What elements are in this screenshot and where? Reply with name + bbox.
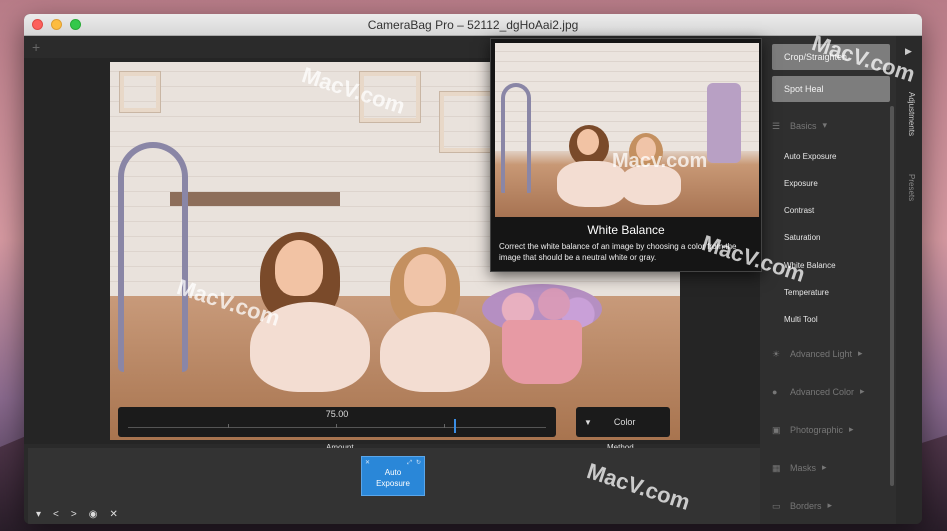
vertical-tabs: ▶ Adjustments Presets xyxy=(896,36,922,524)
sliders-icon: ☰ xyxy=(772,120,781,131)
basics-item-white-balance[interactable]: White Balance xyxy=(784,261,836,270)
section-masks[interactable]: ▦ Masks ▸ xyxy=(772,462,827,473)
slider-tick xyxy=(228,424,229,428)
toggle-tile-icon[interactable]: ⤢ xyxy=(407,458,412,469)
method-dropdown[interactable]: ▼ Color xyxy=(576,407,670,437)
section-borders-label: Borders xyxy=(790,500,822,511)
photo-girl-face xyxy=(404,254,446,306)
tile-label-line2: Exposure xyxy=(376,479,410,488)
layers-tray: ✕ ⤢ ↻ Auto Exposure ▾ < > ◉ ✕ xyxy=(28,448,760,524)
photo-girl-face xyxy=(275,240,323,296)
color-drop-icon: ● xyxy=(772,386,778,397)
method-value: Color xyxy=(613,417,636,427)
basics-item-exposure[interactable]: Exposure xyxy=(784,179,818,188)
sidebar-scrollbar[interactable] xyxy=(890,106,894,486)
chevron-right-icon: ▸ xyxy=(858,348,863,358)
camera-icon: ▣ xyxy=(772,424,781,435)
section-advanced-light-label: Advanced Light xyxy=(790,348,853,359)
section-advanced-color-label: Advanced Color xyxy=(790,386,855,397)
section-advanced-color[interactable]: ● Advanced Color ▸ xyxy=(772,386,865,397)
photo-girl-dress xyxy=(250,302,370,392)
basics-item-contrast[interactable]: Contrast xyxy=(784,206,814,215)
tooltip-girl-dress xyxy=(557,161,627,207)
sun-icon: ☀ xyxy=(772,348,781,359)
white-balance-tooltip: White Balance Correct the white balance … xyxy=(490,38,762,272)
dropdown-arrow-icon: ▼ xyxy=(584,417,592,427)
tooltip-drape xyxy=(707,83,741,163)
adjustments-sidebar: Crop/Straighten Spot Heal ☰ Basics ▾ Aut… xyxy=(760,36,896,524)
chevron-right-icon: ▸ xyxy=(860,386,865,396)
slider-value: 75.00 xyxy=(325,409,349,419)
slider-knob[interactable] xyxy=(454,419,457,433)
section-advanced-light[interactable]: ☀ Advanced Light ▸ xyxy=(772,348,863,359)
tooltip-preview-image xyxy=(495,43,759,217)
spot-heal-button[interactable]: Spot Heal xyxy=(772,76,890,102)
previous-icon[interactable]: < xyxy=(53,509,59,520)
tooltip-title: White Balance xyxy=(587,223,665,237)
basics-item-multi-tool[interactable]: Multi Tool xyxy=(784,315,818,324)
tooltip-girl-face xyxy=(577,129,599,155)
menu-icon[interactable]: ▾ xyxy=(36,509,41,520)
section-masks-label: Masks xyxy=(790,462,817,473)
photo-table xyxy=(170,192,340,206)
section-borders[interactable]: ▭ Borders ▸ xyxy=(772,500,832,511)
chevron-right-icon: ▸ xyxy=(827,500,833,510)
amount-slider[interactable]: 75.00 xyxy=(118,407,556,437)
basics-item-saturation[interactable]: Saturation xyxy=(784,233,820,242)
section-basics-label: Basics xyxy=(790,120,817,131)
tile-label-line1: Auto xyxy=(384,468,402,477)
mask-icon: ▦ xyxy=(772,462,781,473)
auto-exposure-tile[interactable]: ✕ ⤢ ↻ Auto Exposure xyxy=(361,456,425,496)
photo-girl-dress xyxy=(380,312,490,392)
clear-icon[interactable]: ✕ xyxy=(109,509,117,520)
tooltip-description: Correct the white balance of an image by… xyxy=(499,242,737,262)
chevron-right-icon: ▸ xyxy=(822,462,827,472)
section-photographic-label: Photographic xyxy=(790,424,844,435)
border-icon: ▭ xyxy=(772,500,781,511)
photo-frame xyxy=(120,72,160,112)
section-photographic[interactable]: ▣ Photographic ▸ xyxy=(772,424,854,435)
tab-adjustments[interactable]: Adjustments xyxy=(907,92,916,136)
photo-pot xyxy=(502,320,582,384)
slider-tick xyxy=(444,424,445,428)
slider-tick xyxy=(336,424,337,428)
basics-item-auto-exposure[interactable]: Auto Exposure xyxy=(784,152,836,161)
chevron-down-icon: ▾ xyxy=(822,120,828,130)
reset-tile-icon[interactable]: ↻ xyxy=(416,458,421,469)
app-window: CameraBag Pro – 52112_dgHoAai2.jpg + 75.… xyxy=(24,14,922,524)
slider-track[interactable] xyxy=(128,427,546,428)
basics-item-temperature[interactable]: Temperature xyxy=(784,288,829,297)
window-title: CameraBag Pro – 52112_dgHoAai2.jpg xyxy=(367,17,579,32)
chevron-right-icon: ▸ xyxy=(849,424,854,434)
add-icon[interactable]: + xyxy=(32,39,40,55)
play-icon[interactable]: ▶ xyxy=(905,46,912,57)
toggle-icon[interactable]: ◉ xyxy=(89,509,98,520)
next-icon[interactable]: > xyxy=(71,509,77,520)
remove-tile-icon[interactable]: ✕ xyxy=(365,458,370,469)
tooltip-girl-face xyxy=(636,137,656,161)
tray-controls: ▾ < > ◉ ✕ xyxy=(36,509,118,520)
title-bar: CameraBag Pro – 52112_dgHoAai2.jpg xyxy=(24,14,922,36)
photo-frame xyxy=(360,72,420,122)
crop-straighten-button[interactable]: Crop/Straighten xyxy=(772,44,890,70)
photo-chair xyxy=(118,142,188,372)
tooltip-girl-dress xyxy=(621,165,681,205)
tooltip-chair xyxy=(501,83,531,193)
tab-presets[interactable]: Presets xyxy=(907,174,916,201)
section-basics[interactable]: ☰ Basics ▾ xyxy=(772,120,827,131)
